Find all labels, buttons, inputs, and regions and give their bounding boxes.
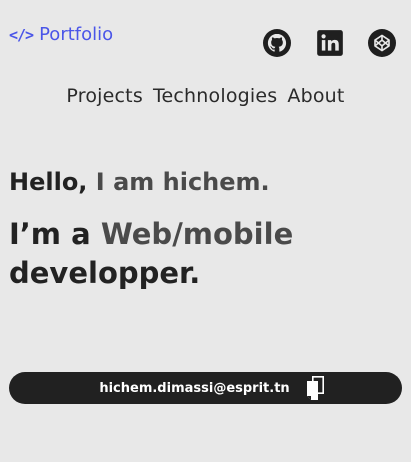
greeting-name: I am hichem. bbox=[95, 168, 270, 196]
codepen-link[interactable] bbox=[368, 29, 396, 57]
hero-greeting: Hello, I am hichem. bbox=[9, 167, 270, 197]
nav-item-projects[interactable]: Projects bbox=[66, 84, 143, 108]
linkedin-link[interactable] bbox=[316, 29, 344, 57]
greeting-prefix: Hello, bbox=[9, 168, 88, 196]
codepen-icon bbox=[368, 29, 396, 57]
copy-icon bbox=[306, 376, 324, 400]
linkedin-icon bbox=[317, 30, 343, 56]
brand-link[interactable]: </> Portfolio bbox=[9, 24, 113, 46]
nav-item-about[interactable]: About bbox=[287, 84, 344, 108]
main-nav: Projects Technologies About bbox=[0, 84, 411, 108]
nav-item-technologies[interactable]: Technologies bbox=[153, 84, 277, 108]
github-link[interactable] bbox=[263, 29, 291, 57]
hero-role: I’m a Web/mobile developper. bbox=[9, 215, 399, 293]
role-highlight: Web/mobile bbox=[100, 217, 294, 251]
github-icon bbox=[263, 29, 291, 57]
email-address: hichem.dimassi@esprit.tn bbox=[99, 380, 290, 396]
code-icon: </> bbox=[9, 26, 34, 44]
role-prefix: I’m a bbox=[9, 217, 91, 251]
brand-label: Portfolio bbox=[39, 24, 114, 45]
role-suffix: developper. bbox=[9, 256, 201, 290]
copy-email-button[interactable]: hichem.dimassi@esprit.tn bbox=[9, 372, 402, 404]
